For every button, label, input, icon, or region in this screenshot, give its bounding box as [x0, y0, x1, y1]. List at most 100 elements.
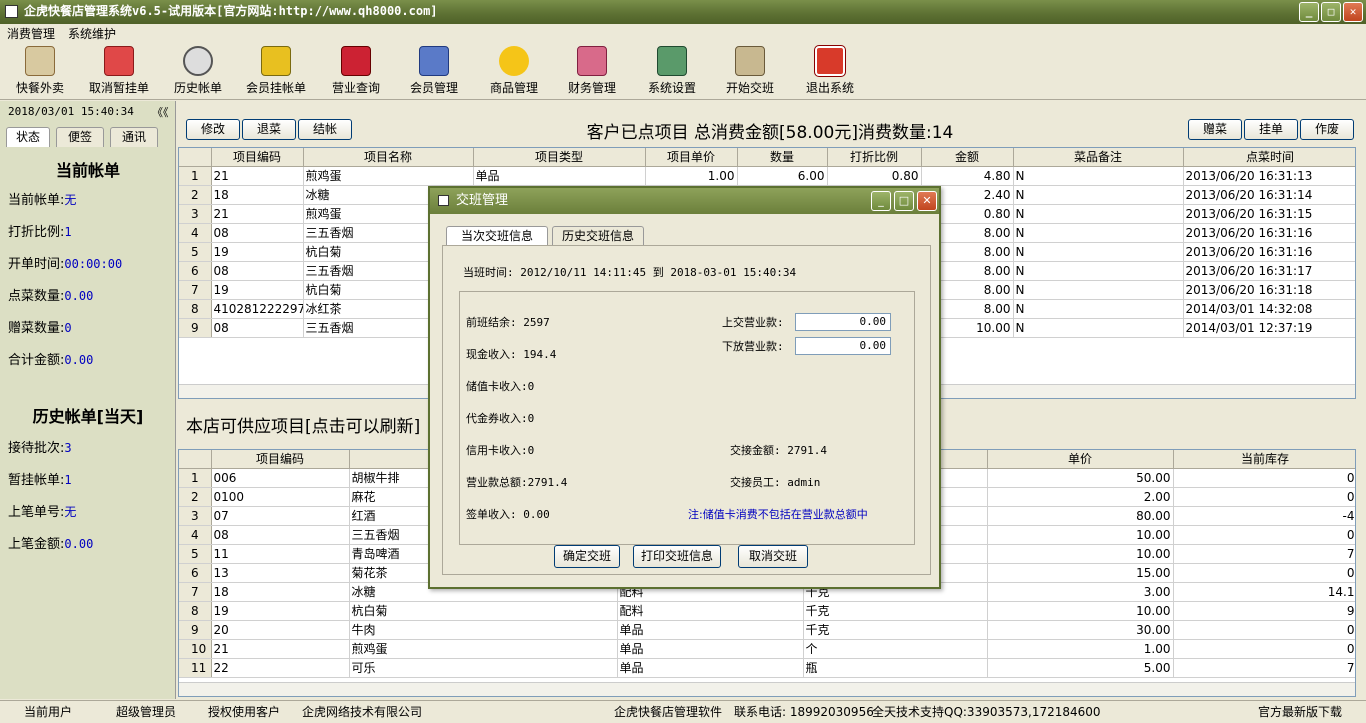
col-price[interactable]: 项目单价 [645, 148, 738, 167]
col-price[interactable]: 单价 [987, 450, 1174, 469]
col-note[interactable]: 菜品备注 [1013, 148, 1184, 167]
status-bar: 当前用户 超级管理员 授权使用客户 企虎网络技术有限公司 企虎快餐店管理软件 联… [0, 700, 1366, 723]
tab-status[interactable]: 状态 [6, 127, 50, 147]
table-cell: 2013/06/20 16:31:17 [1183, 261, 1355, 281]
cancel-hold-button[interactable]: 取消暂挂单 [84, 46, 154, 96]
member-manage-button[interactable]: 会员管理 [404, 46, 464, 96]
table-cell: 0 [1173, 468, 1355, 488]
power-icon [814, 45, 846, 77]
table-cell: 8 [179, 299, 212, 319]
col-name[interactable]: 项目名称 [303, 148, 474, 167]
table-cell: 10.00 [987, 525, 1174, 545]
table-cell: 006 [211, 468, 350, 488]
table-cell: 10 [179, 639, 212, 659]
table-cell: 0 [1173, 563, 1355, 583]
table-cell: 5.00 [987, 658, 1174, 678]
clock-icon [183, 46, 213, 76]
table-row[interactable]: 10 21 煎鸡蛋 单品个 1.00 0 [179, 639, 1355, 659]
minimize-button[interactable]: _ [1299, 2, 1319, 22]
col-stock[interactable]: 当前库存 [1173, 450, 1355, 469]
tab-notes[interactable]: 便签 [56, 127, 104, 147]
col-time[interactable]: 点菜时间 [1183, 148, 1355, 167]
tab-current-shift[interactable]: 当次交班信息 [446, 226, 548, 246]
goods-manage-button[interactable]: 商品管理 [484, 46, 544, 96]
return-button[interactable]: 退菜 [242, 119, 296, 140]
table-cell: 21 [211, 166, 304, 186]
current-user-label: 当前用户 [24, 705, 73, 719]
void-button[interactable]: 作废 [1300, 119, 1354, 140]
title-bar: 企虎快餐店管理系统v6.5-试用版本[官方网站:http://www.qh800… [0, 0, 1366, 24]
datetime: 2018/03/01 15:40:34 [8, 105, 134, 118]
tab-comm[interactable]: 通讯 [110, 127, 158, 147]
start-shift-button[interactable]: 开始交班 [720, 46, 780, 96]
star-icon [499, 46, 529, 76]
menu-consumption[interactable]: 消费管理 [7, 27, 55, 41]
download-link[interactable]: 官方最新版下载 [1258, 701, 1342, 723]
maximize-button[interactable]: □ [1321, 2, 1341, 22]
table-cell: 18 [211, 582, 350, 602]
table-row[interactable]: 9 20 牛肉 单品 千克 30.00 0 [179, 620, 1355, 640]
col-discount[interactable]: 打折比例 [827, 148, 922, 167]
table-cell: N [1013, 223, 1184, 243]
col-code[interactable]: 项目编码 [211, 148, 304, 167]
table-row[interactable]: 1 21 煎鸡蛋 单品 1.00 6.00 0.80 4.80 N 2013/06/20 16:3… [179, 166, 1355, 186]
upload-input[interactable]: 0.00 [795, 313, 891, 331]
table-cell: 单品 [617, 620, 804, 640]
col-code[interactable]: 项目编码 [211, 450, 350, 469]
col-qty[interactable]: 数量 [737, 148, 828, 167]
table-cell: 8 [179, 601, 212, 621]
table-cell: 千克 [803, 601, 988, 621]
table-cell: 30.00 [987, 620, 1174, 640]
hold-button[interactable]: 挂单 [1244, 119, 1298, 140]
table-cell: 2 [179, 185, 212, 205]
release-input[interactable]: 0.00 [795, 337, 891, 355]
last-amount-value: 0.00 [64, 537, 94, 551]
history-bill-button[interactable]: 历史帐单 [168, 46, 228, 96]
dialog-maximize-button[interactable]: □ [894, 191, 914, 211]
table-cell: 15.00 [987, 563, 1174, 583]
business-query-button[interactable]: 营业查询 [326, 46, 386, 96]
table-cell: 4 [179, 223, 212, 243]
supply-title[interactable]: 本店可供应项目[点击可以刷新] [186, 412, 420, 437]
close-button[interactable]: ✕ [1343, 2, 1363, 22]
table-cell: N [1013, 185, 1184, 205]
table-cell: 19 [211, 601, 350, 621]
table-cell: 2.00 [987, 487, 1174, 507]
left-panel: 2018/03/01 15:40:34 《《 状态 便签 通讯 当前帐单 当前帐… [0, 101, 176, 699]
takeout-button[interactable]: 快餐外卖 [10, 46, 70, 96]
col-amount[interactable]: 金额 [921, 148, 1014, 167]
table-cell: N [1013, 204, 1184, 224]
history-bill-title: 历史帐单[当天] [32, 407, 144, 426]
table-cell: 08 [211, 223, 304, 243]
member-bill-button[interactable]: 会员挂帐单 [242, 46, 310, 96]
total-revenue: 营业款总额:2791.4 [466, 476, 568, 489]
tab-history-shift[interactable]: 历史交班信息 [552, 226, 644, 246]
table-cell: N [1013, 166, 1184, 186]
supply-hscrollbar[interactable] [179, 682, 1355, 696]
modify-button[interactable]: 修改 [186, 119, 240, 140]
table-cell: 3 [179, 506, 212, 526]
dialog-close-button[interactable]: ✕ [917, 191, 937, 211]
system-settings-button[interactable]: 系统设置 [642, 46, 702, 96]
table-row[interactable]: 11 22 可乐 单品瓶 5.00 7 [179, 658, 1355, 678]
col-type[interactable]: 项目类型 [473, 148, 646, 167]
print-shift-button[interactable]: 打印交班信息 [633, 545, 721, 568]
money-icon [261, 46, 291, 76]
gift-button[interactable]: 赠菜 [1188, 119, 1242, 140]
dialog-minimize-button[interactable]: _ [871, 191, 891, 211]
table-cell: 2013/06/20 16:31:18 [1183, 280, 1355, 300]
exit-system-button[interactable]: 退出系统 [800, 45, 860, 96]
checkout-button[interactable]: 结帐 [298, 119, 352, 140]
table-cell: 11 [179, 658, 212, 678]
table-cell: 2014/03/01 12:37:19 [1183, 318, 1355, 338]
menu-system[interactable]: 系统维护 [68, 27, 116, 41]
table-cell: 0 [1173, 487, 1355, 507]
handover-staff: 交接员工: admin [730, 476, 821, 489]
finance-manage-button[interactable]: 财务管理 [562, 46, 622, 96]
table-cell: 个 [803, 639, 988, 659]
confirm-shift-button[interactable]: 确定交班 [554, 545, 620, 568]
collapse-icon[interactable]: 《《 [152, 104, 169, 120]
software-name: 企虎快餐店管理软件 [614, 705, 723, 719]
cancel-shift-button[interactable]: 取消交班 [738, 545, 808, 568]
table-row[interactable]: 8 19 杭白菊 配料 千克 10.00 9 [179, 601, 1355, 621]
